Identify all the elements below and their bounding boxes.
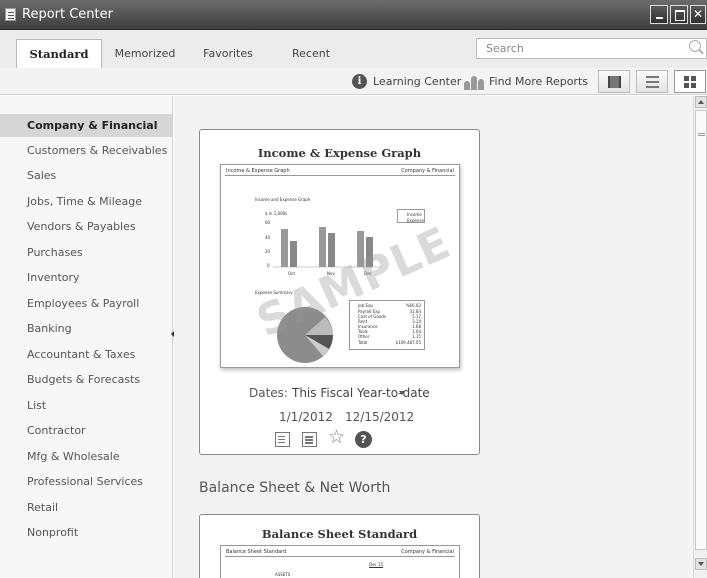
people-icon[interactable]: [464, 73, 484, 90]
list-view-button[interactable]: [636, 70, 668, 93]
vertical-scrollbar[interactable]: [693, 96, 707, 578]
report-card-income-expense[interactable]: Income & Expense Graph Income & Expense …: [199, 129, 480, 455]
grid-view-icon: [684, 76, 689, 81]
section-title: Balance Sheet & Net Worth: [199, 480, 391, 496]
preview-legend: Income Expense: [397, 209, 425, 223]
info-icon[interactable]: i: [352, 74, 367, 89]
preview-divider: [225, 175, 455, 176]
sidebar-item-vendors-payables[interactable]: Vendors & Payables: [0, 215, 172, 238]
close-button[interactable]: ✕: [690, 5, 706, 24]
sidebar-item-company-financial[interactable]: Company & Financial: [0, 114, 172, 137]
tab-favorites[interactable]: Favorites: [196, 39, 260, 68]
find-more-reports-link[interactable]: Find More Reports: [489, 75, 588, 88]
grid-view-button[interactable]: [674, 70, 706, 93]
preview-header-right: Company & Financial: [401, 168, 454, 174]
sidebar-item-list[interactable]: List: [0, 394, 172, 417]
preview-column-header: Dec 15: [369, 562, 384, 567]
preview-row-label: ASSETS: [275, 572, 291, 577]
sidebar-item-budgets-forecasts[interactable]: Budgets & Forecasts: [0, 368, 172, 391]
sidebar-item-jobs-time-mileage[interactable]: Jobs, Time & Mileage: [0, 190, 172, 213]
dates-dropdown[interactable]: This Fiscal Year-to-date: [292, 386, 430, 400]
preview-ytick: 0: [267, 263, 270, 268]
sidebar-item-banking[interactable]: Banking: [0, 317, 172, 340]
dates-label: Dates:: [249, 386, 288, 400]
list-view-icon: [646, 76, 659, 78]
maximize-button[interactable]: [670, 5, 688, 24]
report-card-title: Income & Expense Graph: [257, 146, 422, 160]
carousel-view-button[interactable]: [598, 70, 630, 93]
learning-center-link[interactable]: Learning Center: [373, 75, 461, 88]
help-icon[interactable]: ?: [355, 431, 372, 448]
report-card-title: Balance Sheet Standard: [261, 527, 418, 541]
preview-expense-item: Other: [358, 334, 370, 339]
report-preview-thumbnail[interactable]: Income & Expense Graph Company & Financi…: [220, 164, 460, 368]
preview-ytick: 20: [265, 249, 271, 254]
preview-expense-value: 1.15: [412, 334, 421, 339]
preview-units: $ in 1,000s: [265, 211, 288, 216]
tab-bar: Standard Memorized Favorites Recent Sear…: [0, 30, 707, 68]
search-input[interactable]: Search: [476, 38, 707, 59]
preview-divider: [225, 556, 455, 557]
search-icon[interactable]: [689, 40, 701, 52]
date-from[interactable]: 1/1/2012: [279, 410, 333, 424]
title-bar: Report Center ✕: [0, 0, 707, 30]
preview-expense-value: $109,487.05: [395, 340, 421, 345]
preview-expense-item: Total: [358, 340, 368, 345]
report-gallery: Income & Expense Graph Income & Expense …: [174, 96, 693, 578]
sidebar-item-accountant-taxes[interactable]: Accountant & Taxes: [0, 343, 172, 366]
preview-header-left: Balance Sheet Standard: [226, 549, 287, 555]
preview-header-left: Income & Expense Graph: [226, 168, 290, 174]
carousel-view-icon: [608, 76, 621, 88]
report-card-balance-sheet[interactable]: Balance Sheet Standard Balance Sheet Sta…: [199, 514, 480, 578]
report-icon: [5, 8, 16, 21]
tab-memorized[interactable]: Memorized: [106, 39, 184, 68]
sidebar-item-purchases[interactable]: Purchases: [0, 241, 172, 264]
scroll-thumb[interactable]: [695, 110, 707, 550]
window-title: Report Center: [22, 7, 113, 22]
sidebar-item-sales[interactable]: Sales: [0, 164, 172, 187]
category-sidebar: Company & Financial Customers & Receivab…: [0, 96, 175, 578]
tab-standard[interactable]: Standard: [16, 39, 102, 68]
chevron-down-icon[interactable]: [399, 391, 405, 395]
preview-month: Oct: [288, 271, 295, 276]
sidebar-item-professional-services[interactable]: Professional Services: [0, 470, 172, 493]
report-preview-thumbnail[interactable]: Balance Sheet Standard Company & Financi…: [220, 545, 460, 578]
preview-ytick: 40: [265, 235, 271, 240]
report-info-icon[interactable]: [302, 432, 317, 447]
scroll-down-icon[interactable]: [695, 558, 707, 570]
minimize-button[interactable]: [650, 5, 668, 24]
run-report-icon[interactable]: [275, 432, 290, 447]
sidebar-item-mfg-wholesale[interactable]: Mfg & Wholesale: [0, 445, 172, 468]
favorite-star-icon[interactable]: ☆: [328, 428, 345, 447]
preview-legend-item: Income: [407, 212, 422, 217]
preview-header-right: Company & Financial: [401, 549, 454, 555]
sidebar-item-nonprofit[interactable]: Nonprofit: [0, 521, 172, 544]
preview-legend-item: Expense: [407, 218, 424, 223]
scroll-up-icon[interactable]: [695, 96, 707, 108]
preview-ytick: 60: [265, 220, 271, 225]
sidebar-item-employees-payroll[interactable]: Employees & Payroll: [0, 292, 172, 315]
sidebar-item-inventory[interactable]: Inventory: [0, 266, 172, 289]
tab-recent[interactable]: Recent: [282, 39, 340, 68]
preview-expense-value: %66.02: [405, 303, 421, 308]
sidebar-item-customers-receivables[interactable]: Customers & Receivables: [0, 139, 172, 162]
date-to[interactable]: 12/15/2012: [345, 410, 414, 424]
preview-chart-title: Income and Expense Graph: [255, 197, 311, 202]
sidebar-item-retail[interactable]: Retail: [0, 496, 172, 519]
toolbar: i Learning Center Find More Reports: [0, 68, 707, 95]
sidebar-item-contractor[interactable]: Contractor: [0, 419, 172, 442]
